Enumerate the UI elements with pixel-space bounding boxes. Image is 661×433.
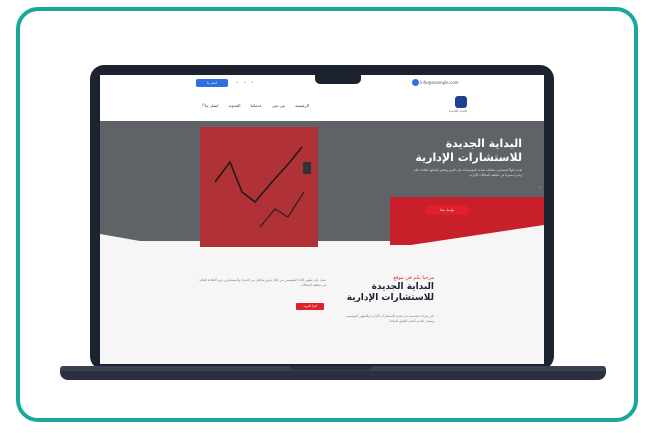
read-more-button[interactable]: اقرأ المزيد [296, 303, 324, 310]
nav-item-contact[interactable]: اتصل بنا [205, 103, 219, 108]
laptop-base [60, 371, 606, 380]
camera-notch [315, 75, 361, 84]
nav-menu: الرئيسية من نحن خدماتنا المدونة اتصل بنا [205, 103, 309, 108]
hero-cta-button[interactable]: تواصل معنا [425, 205, 469, 215]
logo-text: البداية الجديدة [449, 109, 467, 113]
hero-title: البداية الجديدة للاستشارات الإدارية [415, 137, 522, 164]
nav-item-home[interactable]: الرئيسية [295, 103, 309, 108]
slider-arrow-icon[interactable]: ‹ [539, 185, 541, 191]
hero-subtitle: نقدم حلولاً استشارية متكاملة تساعد المؤس… [413, 168, 522, 177]
about-title: البداية الجديدة للاستشارات الإدارية [346, 282, 434, 303]
nav-item-about[interactable]: من نحن [272, 103, 285, 108]
about-text: نحن شركة متخصصة في تقديم الاستشارات الإد… [345, 314, 434, 323]
logo-icon[interactable] [455, 96, 467, 108]
nav-bar: البداية الجديدة ⌕ الرئيسية من نحن خدماتن… [100, 93, 544, 121]
nav-item-blog[interactable]: المدونة [229, 103, 241, 108]
email-text[interactable]: info@example.com [420, 80, 459, 85]
about-kicker: مرحبا بكم في موقع [393, 275, 434, 281]
laptop-screen: اتصل بنا • • • info@example.com البداية … [100, 75, 544, 364]
nav-item-services[interactable]: خدماتنا [250, 103, 261, 108]
chart-image-graphic [214, 146, 311, 228]
laptop-base-groove [290, 366, 372, 370]
social-icons[interactable]: • • • [236, 80, 256, 85]
about-secondary-text: نعمل على تطوير الأداء المؤسسي من خلال فر… [199, 278, 326, 287]
contact-button[interactable]: اتصل بنا [196, 79, 228, 87]
mail-icon [412, 79, 419, 86]
